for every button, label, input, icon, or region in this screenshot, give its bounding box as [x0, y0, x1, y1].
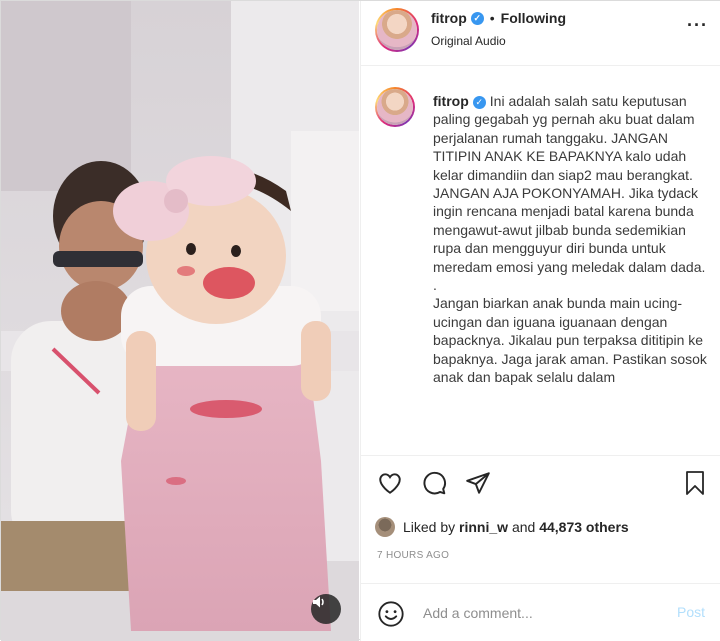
like-heart-icon[interactable] [377, 470, 403, 496]
post-modal: fitrop ✓ • Following Original Audio ··· … [0, 0, 720, 641]
speaker-icon [313, 596, 324, 608]
liker-avatar[interactable] [375, 517, 395, 537]
caption-username[interactable]: fitrop [433, 93, 469, 109]
caption-body: Ini adalah salah satu keputusan paling g… [433, 93, 707, 386]
post-side-panel: fitrop ✓ • Following Original Audio ··· … [360, 1, 720, 641]
post-comment-button[interactable]: Post [677, 604, 705, 620]
comment-input[interactable] [423, 602, 673, 624]
action-bar [361, 455, 720, 511]
following-button[interactable]: Following [501, 10, 566, 26]
comment-bar: Post [361, 583, 720, 641]
caption-author-avatar[interactable] [375, 87, 415, 127]
post-header: fitrop ✓ • Following Original Audio ··· [361, 1, 720, 66]
likes-count-link[interactable]: 44,873 others [539, 519, 629, 535]
liked-and: and [508, 519, 540, 535]
video-frame-illustration [1, 1, 359, 641]
emoji-icon[interactable] [377, 600, 405, 628]
likes-summary: Liked by rinni_w and 44,873 others [375, 515, 629, 539]
liked-by-prefix: Liked by [403, 519, 460, 535]
caption-verified-icon: ✓ [472, 95, 486, 109]
liker-username[interactable]: rinni_w [459, 519, 508, 535]
more-options-icon[interactable]: ··· [687, 15, 708, 36]
caption-text: fitrop ✓ Ini adalah salah satu keputusan p… [433, 92, 709, 387]
post-video[interactable] [1, 1, 359, 641]
author-avatar[interactable] [375, 8, 419, 52]
verified-icon: ✓ [470, 11, 484, 25]
share-icon[interactable] [465, 470, 491, 496]
comment-icon[interactable] [421, 470, 447, 496]
author-username[interactable]: fitrop [431, 10, 467, 26]
caption-section: fitrop ✓ Ini adalah salah satu keputusan p… [361, 67, 720, 455]
save-bookmark-icon[interactable] [683, 470, 707, 496]
separator-dot: • [489, 10, 495, 26]
header-author-row: fitrop ✓ • Following [431, 10, 566, 26]
post-timestamp[interactable]: 7 HOURS AGO [377, 550, 449, 561]
audio-link[interactable]: Original Audio [431, 34, 506, 48]
sound-toggle-button[interactable] [311, 594, 341, 624]
